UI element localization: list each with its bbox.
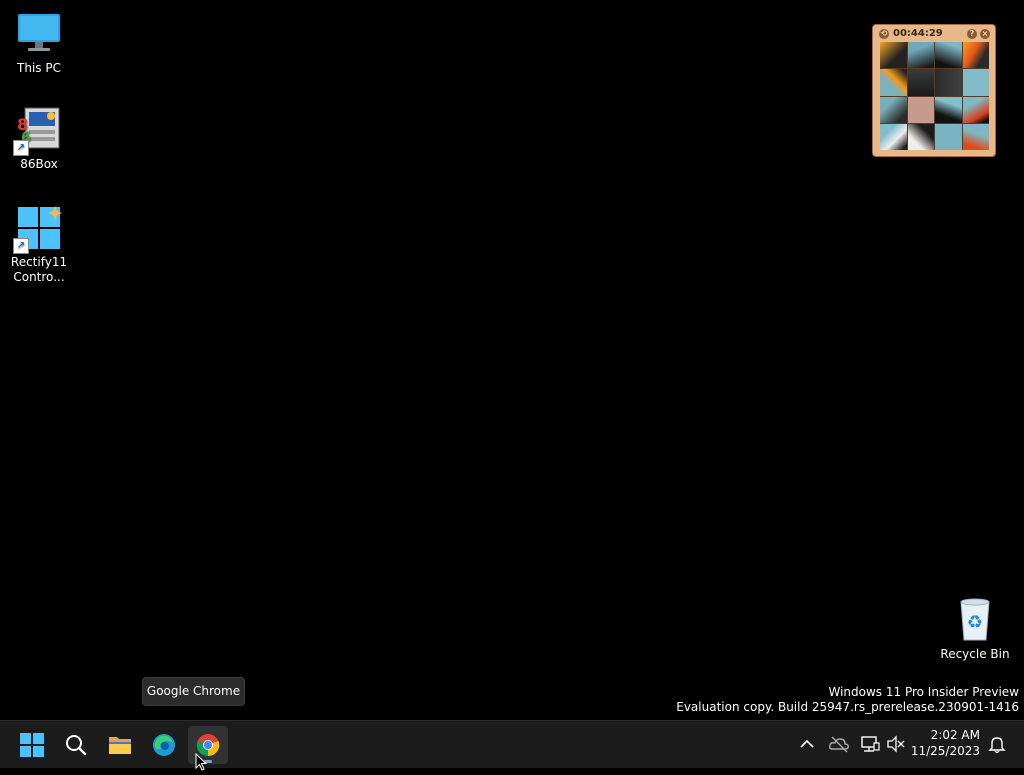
- mouse-cursor-icon: [195, 752, 208, 771]
- taskbar: 2:02 AM 11/25/2023: [0, 720, 1024, 768]
- puzzle-tile[interactable]: [880, 42, 907, 69]
- 86box-icon: 8 6 ↗: [13, 106, 63, 156]
- puzzle-tile[interactable]: [935, 123, 962, 150]
- puzzle-tile[interactable]: [907, 123, 934, 150]
- edge-icon: [152, 733, 176, 761]
- evaluation-watermark: Windows 11 Pro Insider Preview Evaluatio…: [676, 685, 1019, 715]
- cloud-offline-icon: [828, 736, 850, 759]
- clock-time: 2:02 AM: [930, 728, 980, 742]
- gadget-reset-button[interactable]: ⟲: [879, 29, 889, 39]
- volume-muted-icon: [885, 735, 907, 759]
- puzzle-tile[interactable]: [962, 123, 989, 150]
- rectify11-label: Rectify11 Contro...: [10, 255, 68, 284]
- desktop-icon-rectify11[interactable]: ↗ Rectify11 Contro...: [1, 204, 77, 285]
- start-button[interactable]: [12, 726, 52, 764]
- clock-date: 11/25/2023: [910, 744, 980, 758]
- search-button[interactable]: [56, 726, 96, 764]
- puzzle-tile[interactable]: [935, 96, 962, 123]
- desktop-icon-this-pc[interactable]: This PC: [1, 10, 77, 76]
- puzzle-grid: [880, 42, 989, 150]
- volume-tray-button[interactable]: [885, 733, 907, 755]
- desktop-icon-86box[interactable]: 8 6 ↗ 86Box: [1, 106, 77, 172]
- puzzle-tile[interactable]: [907, 96, 934, 123]
- desktop-icon-label: Rectify11 Contro...: [1, 255, 77, 285]
- onedrive-tray-button[interactable]: [828, 733, 850, 755]
- puzzle-tile[interactable]: [880, 96, 907, 123]
- gadget-timer: 00:44:29: [893, 28, 943, 39]
- monitor-icon: [15, 10, 63, 58]
- shortcut-arrow-icon: ↗: [13, 140, 29, 156]
- gadget-close-button[interactable]: ×: [980, 29, 990, 39]
- windows-logo-icon: ↗: [13, 204, 63, 254]
- gadget-help-button[interactable]: ?: [967, 29, 977, 39]
- chrome-button[interactable]: [188, 726, 228, 764]
- folder-icon: [108, 734, 132, 760]
- search-icon: [65, 734, 87, 760]
- recycle-bin-label: Recycle Bin: [940, 647, 1010, 661]
- desktop-icon-label: This PC: [17, 61, 61, 75]
- watermark-line2: Evaluation copy. Build 25947.rs_prerelea…: [676, 700, 1019, 714]
- puzzle-tile[interactable]: [962, 42, 989, 69]
- puzzle-gadget[interactable]: ⟲ 00:44:29 ? ×: [872, 24, 996, 157]
- puzzle-tile[interactable]: [880, 69, 907, 96]
- file-explorer-button[interactable]: [100, 726, 140, 764]
- windows-start-icon: [20, 733, 44, 761]
- puzzle-tile[interactable]: [962, 96, 989, 123]
- puzzle-tile[interactable]: [935, 69, 962, 96]
- puzzle-tile[interactable]: [880, 123, 907, 150]
- watermark-line1: Windows 11 Pro Insider Preview: [828, 685, 1019, 699]
- puzzle-tile[interactable]: [962, 69, 989, 96]
- chevron-up-icon: [796, 739, 818, 759]
- desktop-icon-recycle-bin[interactable]: ♻ Recycle Bin: [936, 596, 1014, 661]
- puzzle-tile[interactable]: [935, 42, 962, 69]
- taskbar-clock[interactable]: 2:02 AM 11/25/2023: [911, 727, 980, 759]
- edge-button[interactable]: [144, 726, 184, 764]
- network-icon: [859, 736, 881, 759]
- bell-icon: [986, 737, 1008, 759]
- svg-text:♻: ♻: [967, 612, 983, 633]
- puzzle-tile[interactable]: [907, 42, 934, 69]
- recycle-bin-icon: ♻: [951, 596, 999, 644]
- shortcut-arrow-icon: ↗: [13, 238, 29, 254]
- gadget-titlebar: ⟲ 00:44:29 ? ×: [877, 28, 991, 41]
- notifications-button[interactable]: [986, 733, 1008, 755]
- network-tray-button[interactable]: [859, 733, 881, 755]
- show-hidden-icons-button[interactable]: [796, 733, 818, 755]
- desktop-icon-label: 86Box: [20, 157, 58, 171]
- taskbar-tooltip: Google Chrome: [142, 677, 245, 706]
- puzzle-tile[interactable]: [907, 69, 934, 96]
